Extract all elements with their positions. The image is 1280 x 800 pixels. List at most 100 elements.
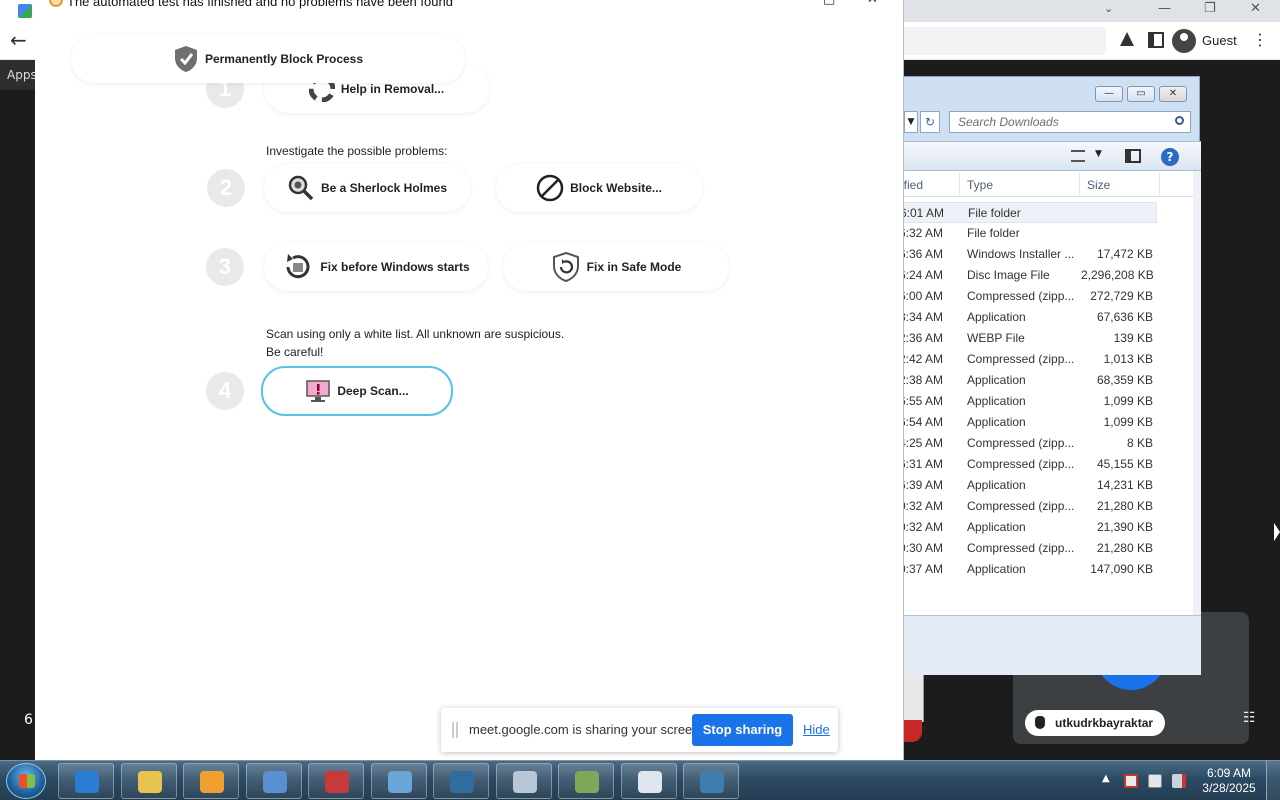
- permanently-block-process-button[interactable]: Permanently Block Process: [71, 35, 465, 83]
- refresh-icon[interactable]: ↻: [920, 111, 940, 133]
- column-modified[interactable]: ified: [901, 178, 923, 192]
- step-number-2: 2: [207, 169, 245, 207]
- tile-options-icon[interactable]: ☷: [1243, 710, 1256, 726]
- stop-sharing-button[interactable]: Stop sharing: [692, 714, 793, 746]
- system-clock[interactable]: 6:09 AM 3/28/2025: [1200, 766, 1258, 796]
- taskbar-phone-tool-button[interactable]: [495, 763, 552, 799]
- taskbar-network-tool-button[interactable]: [370, 763, 427, 799]
- file-time: 4:25 AM: [899, 436, 944, 450]
- tray-expand-icon[interactable]: ▲: [1102, 773, 1110, 784]
- file-time: 6:55 AM: [899, 394, 944, 408]
- action-center-icon[interactable]: [1124, 774, 1138, 788]
- fix-before-windows-starts-button[interactable]: Fix before Windows starts: [264, 243, 488, 291]
- explorer-close-icon[interactable]: ✕: [1159, 86, 1187, 102]
- file-row[interactable]: 4:25 AM Compressed (zipp... 8 KB: [861, 433, 1193, 454]
- taskbar-globe-tool-2-button[interactable]: [683, 763, 739, 799]
- dialog-maximize-icon[interactable]: □: [823, 0, 835, 7]
- file-row[interactable]: 2:42 AM Compressed (zipp... 1,013 KB: [861, 349, 1193, 370]
- file-row[interactable]: 6:54 AM Application 1,099 KB: [861, 412, 1193, 433]
- file-row[interactable]: 6:36 AM Windows Installer ... 17,472 KB: [861, 244, 1193, 265]
- search-icon[interactable]: [1175, 116, 1184, 125]
- file-list-scrollbar[interactable]: [1193, 171, 1201, 615]
- taskbar-document-tool-button[interactable]: [620, 763, 677, 799]
- view-dropdown-icon[interactable]: ▼: [1095, 149, 1102, 159]
- browser-tab[interactable]: [0, 0, 40, 22]
- file-row[interactable]: 6:39 AM Application 14,231 KB: [861, 475, 1193, 496]
- help-icon[interactable]: ?: [1161, 148, 1179, 166]
- file-row[interactable]: 6:55 AM Application 1,099 KB: [861, 391, 1193, 412]
- view-options-icon[interactable]: [1071, 150, 1085, 162]
- file-size: 147,090 KB: [1090, 562, 1153, 576]
- file-row[interactable]: 0:37 AM Application 147,090 KB: [861, 559, 1193, 580]
- file-row[interactable]: 0:30 AM Compressed (zipp... 21,280 KB: [861, 538, 1193, 559]
- file-row[interactable]: 6:31 AM Compressed (zipp... 45,155 KB: [861, 454, 1193, 475]
- network-icon[interactable]: [1148, 774, 1162, 788]
- taskbar-globe-tool-button[interactable]: [433, 763, 489, 799]
- volume-muted-icon[interactable]: [1172, 774, 1186, 788]
- file-row[interactable]: 6:00 AM Compressed (zipp... 272,729 KB: [861, 286, 1193, 307]
- start-button[interactable]: [6, 763, 46, 799]
- tab-search-icon[interactable]: ⌄: [1104, 2, 1113, 15]
- file-rows: 6:01 AM File folder 6:32 AM File folder 6:36…: [861, 202, 1193, 580]
- file-size: 1,099 KB: [1103, 394, 1153, 408]
- share-message: meet.google.com is sharing your screen.: [469, 722, 704, 737]
- search-downloads-input[interactable]: Search Downloads: [949, 111, 1191, 133]
- file-row[interactable]: 2:36 AM WEBP File 139 KB: [861, 328, 1193, 349]
- address-bar[interactable]: [880, 27, 1106, 55]
- sidepanel-icon[interactable]: [1148, 32, 1164, 48]
- fix-in-safe-mode-button[interactable]: Fix in Safe Mode: [503, 243, 729, 291]
- column-size[interactable]: Size: [1087, 178, 1110, 192]
- file-row[interactable]: 0:32 AM Application 21,390 KB: [861, 517, 1193, 538]
- file-type: Application: [967, 373, 1026, 387]
- hide-link[interactable]: Hide: [803, 722, 830, 737]
- minimize-icon[interactable]: —: [1158, 1, 1171, 16]
- address-dropdown-icon[interactable]: ▼: [904, 111, 918, 133]
- file-size: 8 KB: [1126, 436, 1153, 450]
- taskbar-spy-tool-button[interactable]: [558, 763, 614, 799]
- toolbox-icon: [325, 771, 349, 793]
- profile-label[interactable]: Guest: [1202, 33, 1237, 48]
- block-website-button[interactable]: Block Website...: [496, 164, 702, 212]
- file-row[interactable]: 3:34 AM Application 67,636 KB: [861, 307, 1193, 328]
- show-desktop-button[interactable]: [1266, 761, 1280, 800]
- profile-avatar-icon[interactable]: [1172, 29, 1196, 53]
- deep-scan-button[interactable]: Deep Scan...: [261, 366, 453, 416]
- file-row[interactable]: 6:24 AM Disc Image File 2,296,208 KB: [861, 265, 1193, 286]
- column-type[interactable]: Type: [967, 178, 993, 192]
- restore-icon[interactable]: ❐: [1204, 1, 1216, 16]
- apps-shortcut[interactable]: Apps: [7, 68, 37, 82]
- dialog-minimize-icon[interactable]: —: [779, 0, 792, 7]
- file-type: File folder: [968, 206, 1021, 220]
- flask-icon[interactable]: [1120, 32, 1134, 46]
- be-a-sherlock-holmes-button[interactable]: Be a Sherlock Holmes: [264, 164, 470, 212]
- app-logo-icon: [49, 0, 63, 7]
- dialog-close-icon[interactable]: ✕: [867, 0, 878, 7]
- preview-pane-icon[interactable]: [1125, 149, 1141, 163]
- explorer-minimize-icon[interactable]: —: [1095, 86, 1123, 102]
- shield-check-icon: [174, 46, 197, 72]
- participant-name-badge: utkudrkbayraktar: [1025, 710, 1166, 736]
- file-type: Application: [967, 394, 1026, 408]
- permanently-block-label: Permanently Block Process: [204, 52, 364, 66]
- browser-menu-icon[interactable]: ⋮: [1252, 30, 1268, 49]
- file-time: 6:01 AM: [900, 206, 945, 220]
- file-time: 6:54 AM: [899, 415, 944, 429]
- file-time: 0:32 AM: [899, 499, 944, 513]
- taskbar-toolbox-button[interactable]: [308, 763, 364, 799]
- taskbar-remote-desktop-button[interactable]: [245, 763, 302, 799]
- taskbar-file-explorer-button[interactable]: [120, 763, 177, 799]
- explorer-toolbar: ▼ ?: [861, 141, 1201, 171]
- taskbar-media-player-button[interactable]: [183, 763, 239, 799]
- back-arrow-icon[interactable]: ←: [10, 30, 27, 50]
- taskbar-internet-explorer-button[interactable]: [58, 763, 114, 799]
- explorer-window: — ▭ ✕ ▼ ↻ Search Downloads ▼ ? ified Typ…: [860, 76, 1201, 675]
- close-icon[interactable]: ✕: [1250, 1, 1261, 16]
- explorer-maximize-icon[interactable]: ▭: [1127, 86, 1155, 102]
- dialog-title: The automated test has finished and no p…: [67, 0, 453, 9]
- file-row[interactable]: 6:01 AM File folder: [861, 202, 1157, 223]
- file-row[interactable]: 2:38 AM Application 68,359 KB: [861, 370, 1193, 391]
- drag-handle-icon[interactable]: [452, 722, 458, 738]
- safe-mode-label: Fix in Safe Mode: [586, 260, 682, 274]
- file-row[interactable]: 0:32 AM Compressed (zipp... 21,280 KB: [861, 496, 1193, 517]
- file-row[interactable]: 6:32 AM File folder: [861, 223, 1193, 244]
